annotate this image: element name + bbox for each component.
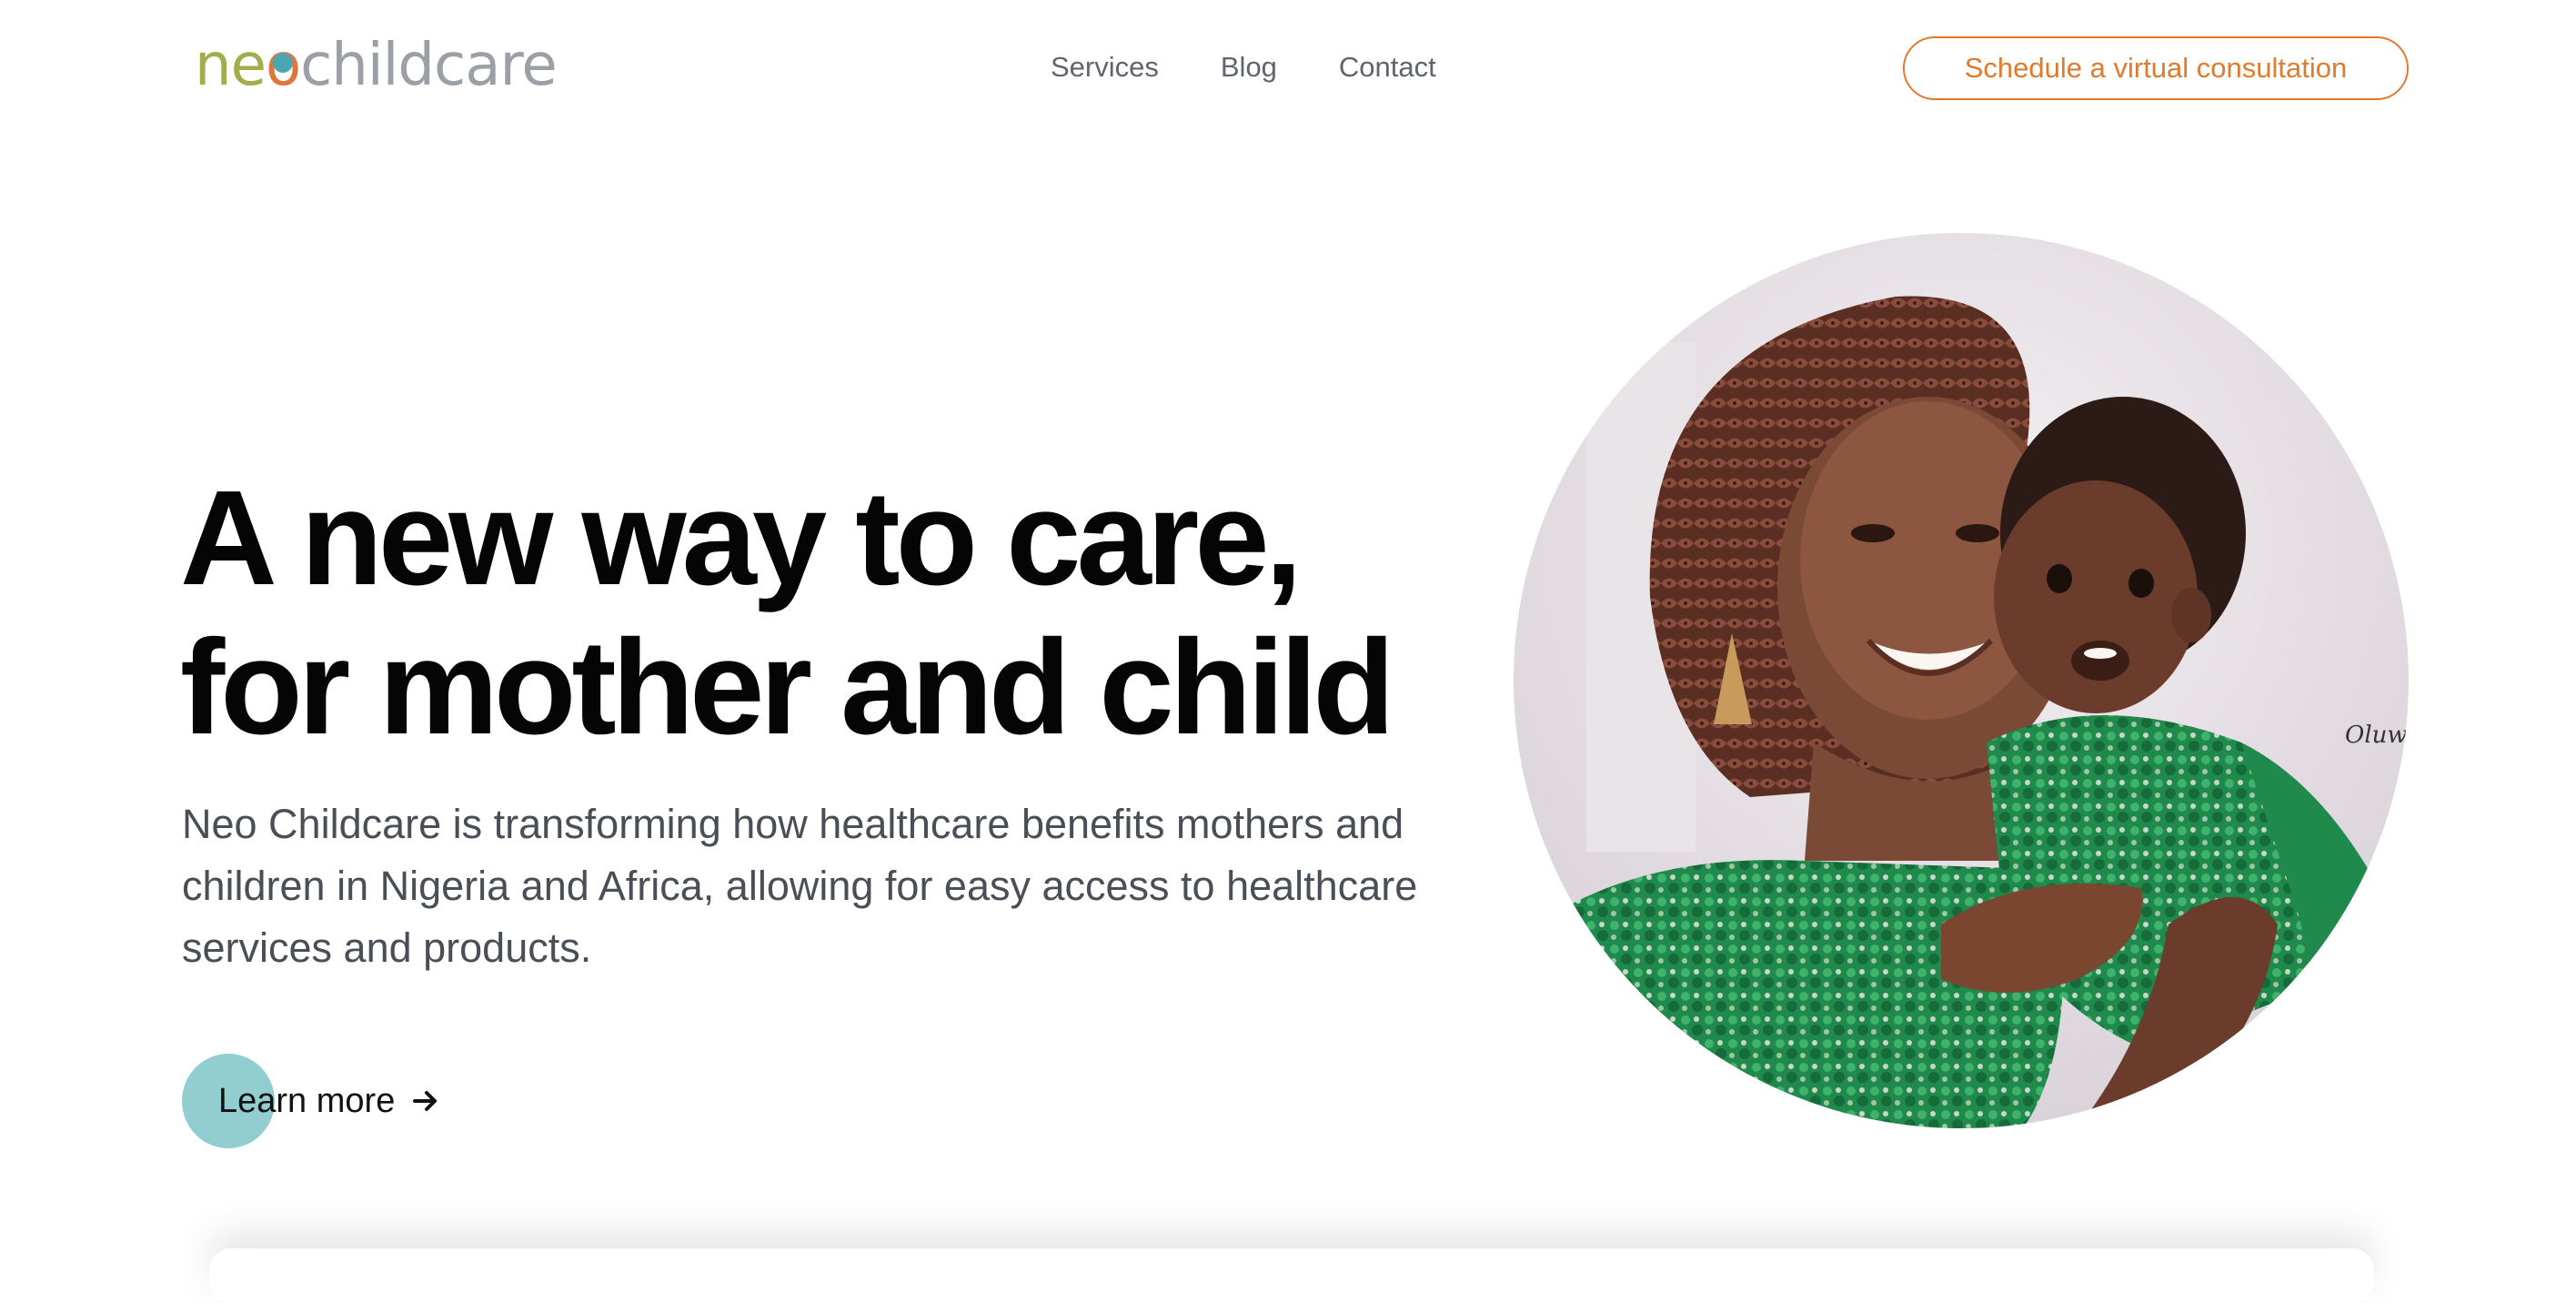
logo-text-childcare: childcare [300, 32, 558, 99]
hero-photo-mother-and-child: Oluwaseun [1514, 233, 2409, 1128]
nav-link-blog[interactable]: Blog [1221, 51, 1277, 84]
hero-subtitle: Neo Childcare is transforming how health… [182, 801, 1418, 971]
logo-text-ne: ne [195, 32, 267, 99]
hero-headline: A new way to care, for mother and child [180, 463, 1395, 763]
hero-headline-line2: for mother and child [180, 612, 1395, 763]
learn-more-label: Learn more [218, 1081, 396, 1120]
hero-headline-line1: A new way to care, [180, 463, 1303, 613]
main-nav: Services Blog Contact [1051, 51, 1436, 84]
schedule-consultation-button[interactable]: Schedule a virtual consultation [1903, 36, 2409, 100]
learn-more-button[interactable]: Learn more [182, 1054, 440, 1148]
nav-link-contact[interactable]: Contact [1339, 51, 1436, 84]
nav-link-services[interactable]: Services [1051, 51, 1159, 84]
arrow-right-icon [413, 1091, 438, 1111]
photo-signature: Oluwaseun [2345, 722, 2409, 749]
logo-text-o: o [266, 36, 301, 95]
section-card-shadow [209, 1248, 2374, 1303]
logo-baby-icon [272, 53, 293, 73]
logo[interactable]: ne o childcare [195, 32, 558, 99]
hero-photo-illustration: Oluwaseun [1514, 233, 2409, 1128]
